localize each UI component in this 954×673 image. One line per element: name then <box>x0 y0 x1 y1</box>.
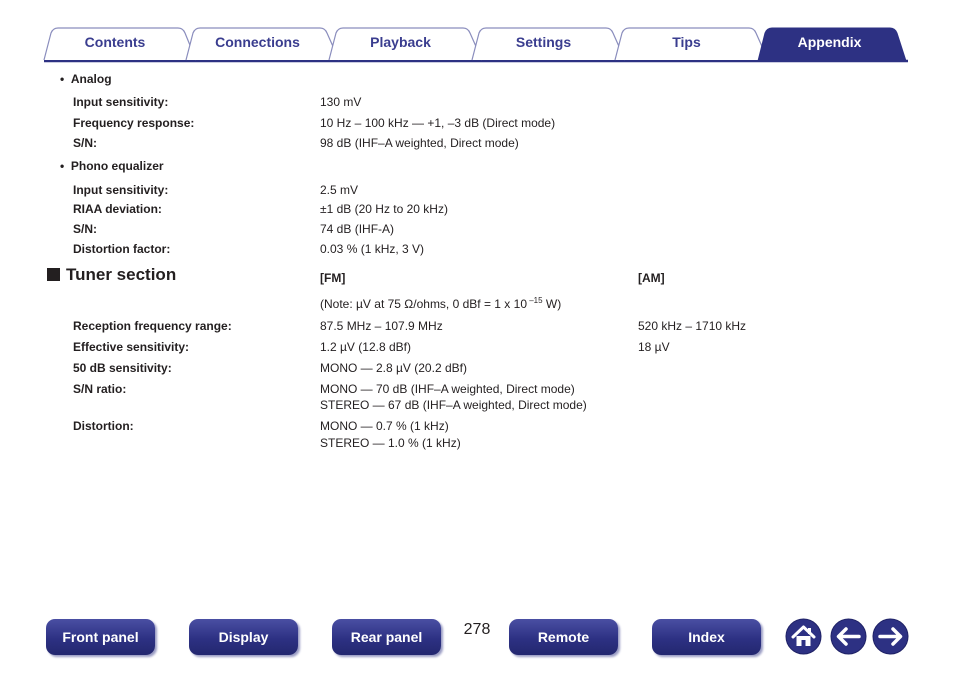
tuner-label-distortion: Distortion: <box>73 419 134 433</box>
analog-label-sn: S/N: <box>73 136 97 150</box>
home-icon <box>785 618 822 655</box>
tuner-fm-distortion-mono: MONO — 0.7 % (1 kHz) <box>320 419 449 433</box>
tab-bar-graphic <box>43 27 908 63</box>
phono-label-distortion-factor: Distortion factor: <box>73 242 171 256</box>
tuner-label-sn-ratio: S/N ratio: <box>73 382 127 396</box>
tuner-fm-50db-sensitivity: MONO — 2.8 µV (20.2 dBf) <box>320 361 467 375</box>
phono-label-sn: S/N: <box>73 222 97 236</box>
tuner-fm-reception-range: 87.5 MHz – 107.9 MHz <box>320 319 443 333</box>
tuner-note: (Note: µV at 75 Ω/ohms, 0 dBf = 1 x 10 –… <box>320 296 561 312</box>
front-panel-button[interactable]: Front panel <box>46 619 155 655</box>
index-button[interactable]: Index <box>652 619 761 655</box>
phono-value-sn: 74 dB (IHF-A) <box>320 222 395 236</box>
tuner-label-effective-sensitivity: Effective sensitivity: <box>73 340 190 354</box>
tab-playback[interactable]: Playback <box>337 33 464 51</box>
arrow-right-icon <box>872 618 909 655</box>
phono-heading: • Phono equalizer <box>60 159 164 173</box>
tuner-fm-sn-ratio-mono: MONO — 70 dB (IHF–A weighted, Direct mod… <box>320 382 575 396</box>
phono-value-distortion-factor: 0.03 % (1 kHz, 3 V) <box>320 242 425 256</box>
am-column-header: [AM] <box>638 271 665 285</box>
tuner-am-reception-range: 520 kHz – 1710 kHz <box>638 319 747 333</box>
tab-bar: Contents Connections Playback Settings T… <box>0 0 954 64</box>
tab-settings[interactable]: Settings <box>480 33 607 51</box>
tuner-note-exponent: –15 <box>527 296 543 305</box>
home-button[interactable] <box>785 618 822 655</box>
tuner-section-title-text: Tuner section <box>66 265 177 284</box>
analog-label-input-sensitivity: Input sensitivity: <box>73 95 169 109</box>
analog-value-input-sensitivity: 130 mV <box>320 95 362 109</box>
tuner-label-reception-range: Reception frequency range: <box>73 319 232 333</box>
phono-label-input-sensitivity: Input sensitivity: <box>73 183 169 197</box>
analog-label-frequency-response: Frequency response: <box>73 116 195 130</box>
arrow-left-icon <box>830 618 867 655</box>
analog-heading-text: Analog <box>70 72 112 86</box>
display-button[interactable]: Display <box>189 619 298 655</box>
tuner-fm-effective-sensitivity: 1.2 µV (12.8 dBf) <box>320 340 411 354</box>
phono-heading-text: Phono equalizer <box>70 159 164 173</box>
square-bullet-icon <box>47 268 60 281</box>
remote-button[interactable]: Remote <box>509 619 618 655</box>
analog-heading: • Analog <box>60 72 112 86</box>
tuner-label-50db-sensitivity: 50 dB sensitivity: <box>73 361 172 375</box>
phono-value-input-sensitivity: 2.5 mV <box>320 183 359 197</box>
analog-value-sn: 98 dB (IHF–A weighted, Direct mode) <box>320 136 519 150</box>
tab-tips[interactable]: Tips <box>623 33 750 51</box>
tuner-note-text: (Note: µV at 75 Ω/ohms, 0 dBf = 1 x 10 <box>320 297 527 311</box>
fm-column-header: [FM] <box>320 271 346 285</box>
analog-value-frequency-response: 10 Hz – 100 kHz — +1, –3 dB (Direct mode… <box>320 116 556 130</box>
forward-button[interactable] <box>872 618 909 655</box>
phono-value-riaa-deviation: ±1 dB (20 Hz to 20 kHz) <box>320 202 448 216</box>
tuner-fm-sn-ratio-stereo: STEREO — 67 dB (IHF–A weighted, Direct m… <box>320 398 587 412</box>
rear-panel-button[interactable]: Rear panel <box>332 619 441 655</box>
tab-contents[interactable]: Contents <box>52 33 178 51</box>
tuner-fm-distortion-stereo: STEREO — 1.0 % (1 kHz) <box>320 436 461 450</box>
phono-label-riaa-deviation: RIAA deviation: <box>73 202 162 216</box>
back-button[interactable] <box>830 618 867 655</box>
tab-connections[interactable]: Connections <box>194 33 321 51</box>
page-number: 278 <box>463 621 491 638</box>
tuner-section-title: Tuner section <box>47 265 176 285</box>
tuner-am-effective-sensitivity: 18 µV <box>638 340 670 354</box>
tab-appendix[interactable]: Appendix <box>766 33 893 51</box>
tuner-note-suffix: W) <box>542 297 562 311</box>
